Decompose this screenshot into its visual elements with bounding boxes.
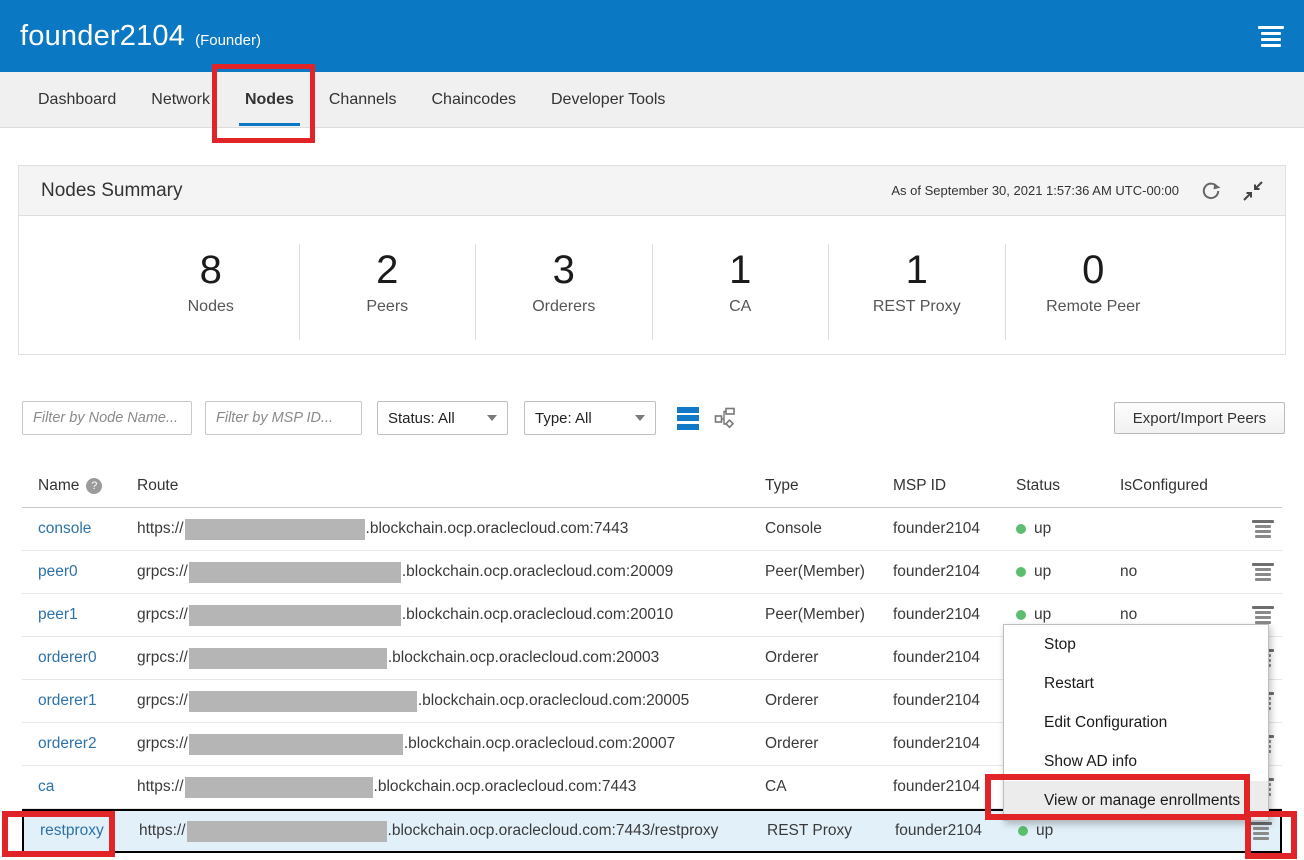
node-link-console[interactable]: console [38, 520, 91, 538]
stat-orderers: 3 Orderers [476, 244, 653, 340]
stat-remote-peer: 0 Remote Peer [1006, 244, 1182, 340]
refresh-icon[interactable] [1201, 181, 1221, 201]
row-actions-menu-icon[interactable] [1252, 563, 1274, 581]
redaction-block [185, 519, 365, 540]
row-actions-menu-icon[interactable] [1252, 606, 1274, 624]
filter-node-name-input[interactable] [22, 401, 192, 435]
route-cell: grpcs://.blockchain.ocp.oraclecloud.com:… [137, 691, 765, 712]
route-cell: grpcs://.blockchain.ocp.oraclecloud.com:… [137, 648, 765, 669]
route-cell: https://.blockchain.ocp.oraclecloud.com:… [137, 519, 765, 540]
as-of-timestamp: As of September 30, 2021 1:57:36 AM UTC-… [891, 183, 1179, 198]
status-up-dot [1016, 567, 1026, 577]
collapse-panel-icon[interactable] [1243, 181, 1263, 201]
help-icon[interactable]: ? [86, 478, 102, 494]
list-view-icon[interactable] [677, 407, 699, 430]
col-type: Type [765, 477, 893, 495]
app-header: founder2104 (Founder) [0, 0, 1304, 72]
summary-stats: 8 Nodes 2 Peers 3 Orderers 1 CA 1 REST P… [123, 244, 1181, 340]
status-filter-dropdown[interactable]: Status: All [377, 401, 508, 435]
row-actions-context-menu: Stop Restart Edit Configuration Show AD … [1003, 624, 1269, 821]
route-cell: grpcs://.blockchain.ocp.oraclecloud.com:… [137, 605, 765, 626]
col-name: Name [38, 477, 79, 495]
col-isconfigured: IsConfigured [1120, 477, 1232, 495]
row-actions-menu-icon[interactable] [1252, 520, 1274, 538]
instance-title: founder2104 [20, 20, 185, 53]
node-link-restproxy[interactable]: restproxy [40, 822, 104, 840]
tab-dashboard[interactable]: Dashboard [38, 72, 116, 128]
global-menu-icon[interactable] [1258, 26, 1284, 47]
stat-nodes: 8 Nodes [123, 244, 300, 340]
node-link-ca[interactable]: ca [38, 778, 54, 796]
nodes-summary-header: Nodes Summary As of September 30, 2021 1… [19, 166, 1285, 216]
col-msp-id: MSP ID [893, 477, 1016, 495]
table-row-peer0: peer0 grpcs://.blockchain.ocp.oracleclou… [22, 551, 1282, 594]
nodes-summary-panel: Nodes Summary As of September 30, 2021 1… [18, 165, 1286, 355]
col-route: Route [137, 477, 765, 495]
panel-title: Nodes Summary [41, 180, 183, 202]
stat-rest-proxy: 1 REST Proxy [829, 244, 1006, 340]
instance-role: (Founder) [195, 32, 261, 49]
type-filter-dropdown[interactable]: Type: All [524, 401, 656, 435]
tab-nodes[interactable]: Nodes [245, 72, 294, 128]
node-link-orderer0[interactable]: orderer0 [38, 649, 97, 667]
node-link-orderer1[interactable]: orderer1 [38, 692, 97, 710]
route-cell: https://.blockchain.ocp.oraclecloud.com:… [139, 821, 767, 842]
filter-msp-id-input[interactable] [205, 401, 362, 435]
chevron-down-icon [635, 415, 645, 421]
tab-chaincodes[interactable]: Chaincodes [431, 72, 516, 128]
menu-item-view-or-manage-enrollments[interactable]: View or manage enrollments [1004, 781, 1268, 820]
redaction-block [185, 777, 373, 798]
tab-network[interactable]: Network [151, 72, 210, 128]
status-up-dot [1018, 826, 1028, 836]
redaction-block [189, 691, 417, 712]
redaction-block [189, 648, 387, 669]
redaction-block [189, 562, 401, 583]
route-cell: grpcs://.blockchain.ocp.oraclecloud.com:… [137, 562, 765, 583]
export-import-peers-button[interactable]: Export/Import Peers [1114, 402, 1285, 434]
status-up-dot [1016, 610, 1026, 620]
stat-ca: 1 CA [653, 244, 830, 340]
node-link-orderer2[interactable]: orderer2 [38, 735, 97, 753]
menu-item-edit-configuration[interactable]: Edit Configuration [1004, 703, 1268, 742]
table-row-console: console https://.blockchain.ocp.oraclecl… [22, 508, 1282, 551]
redaction-block [187, 821, 387, 842]
stat-peers: 2 Peers [300, 244, 477, 340]
menu-item-show-ad-info[interactable]: Show AD info [1004, 742, 1268, 781]
redaction-block [189, 605, 401, 626]
chevron-down-icon [487, 415, 497, 421]
tab-bar: Dashboard Network Nodes Channels Chainco… [0, 72, 1304, 128]
node-link-peer0[interactable]: peer0 [38, 563, 78, 581]
tab-developer-tools[interactable]: Developer Tools [551, 72, 665, 128]
tab-channels[interactable]: Channels [329, 72, 397, 128]
redaction-block [189, 734, 403, 755]
menu-item-restart[interactable]: Restart [1004, 664, 1268, 703]
table-header-row: Name ? Route Type MSP ID Status IsConfig… [22, 465, 1282, 508]
route-cell: https://.blockchain.ocp.oraclecloud.com:… [137, 777, 765, 798]
col-status: Status [1016, 477, 1120, 495]
row-actions-menu-icon[interactable] [1250, 822, 1272, 840]
route-cell: grpcs://.blockchain.ocp.oraclecloud.com:… [137, 734, 765, 755]
status-up-dot [1016, 524, 1026, 534]
topology-view-icon[interactable] [713, 406, 737, 430]
menu-item-stop[interactable]: Stop [1004, 625, 1268, 664]
node-link-peer1[interactable]: peer1 [38, 606, 78, 624]
filter-toolbar: Status: All Type: All Export/Import Peer… [22, 400, 1285, 436]
